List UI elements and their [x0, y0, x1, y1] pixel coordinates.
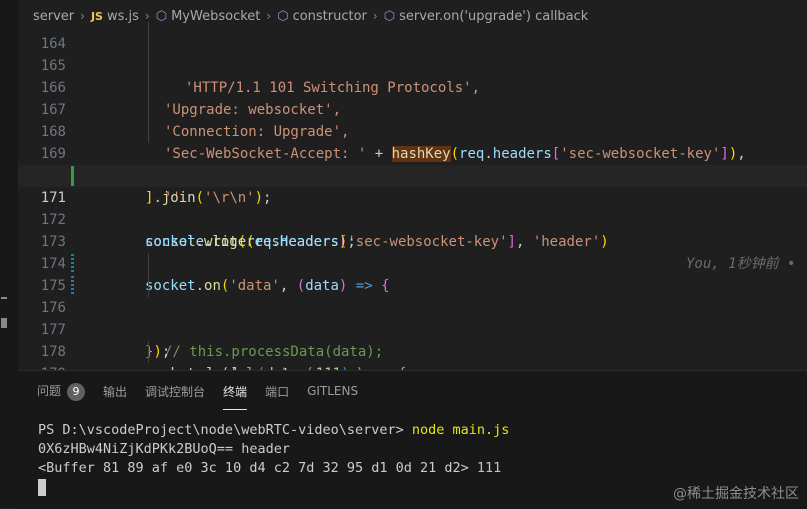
git-modified-marker[interactable] [71, 254, 74, 274]
code-line: 172 socket.write(resHeaders); [18, 187, 807, 250]
code-line: 169 '' [18, 121, 807, 206]
code-line: 170 ].join('\r\n'); [18, 143, 807, 206]
tab-output[interactable]: 输出 [103, 381, 127, 402]
code-line: 168 '', [18, 99, 807, 184]
code-line: 167 'Sec-WebSocket-Accept: ' + hashKey(r… [18, 77, 807, 162]
chevron-right-icon: › [80, 9, 85, 23]
tab-ports[interactable]: 端口 [265, 381, 289, 402]
code-line: 164 'HTTP/1.1 101 Switching Protocols', [18, 22, 807, 96]
terminal-line: <Buffer 81 89 af e0 3c 10 d4 c2 7d 32 95… [38, 459, 509, 478]
js-file-icon: JS [90, 9, 103, 23]
watermark: @稀土掘金技术社区 [673, 486, 799, 502]
code-line: 174 socket.on('data', (data) => { [18, 231, 807, 294]
terminal-output: <Buffer 81 89 af e0 3c 10 d4 c2 7d 32 95… [38, 460, 469, 476]
chevron-right-icon: › [144, 9, 150, 23]
code-line: 165 'Upgrade: websocket', [18, 33, 807, 118]
code-line: 173 [18, 209, 807, 250]
tab-label: 问题 [37, 383, 62, 398]
tab-debug-console[interactable]: 调试控制台 [145, 381, 205, 402]
terminal-line [38, 478, 509, 497]
terminal[interactable]: PS D:\vscodeProject\node\webRTC-video\se… [38, 421, 509, 497]
activity-indicator-active[interactable] [1, 318, 7, 328]
terminal-line: PS D:\vscodeProject\node\webRTC-video\se… [38, 421, 509, 440]
bottom-panel: 问题 9 输出 调试控制台 终端 端口 GITLENS PS D:\vscodeP… [18, 370, 807, 509]
code-line: 176 console.log(data, 111); [18, 275, 807, 370]
code-text: socket.on('close', (error) => { [145, 363, 406, 370]
code-line: 177 }); [18, 297, 807, 360]
code-line: 166 'Connection: Upgrade', [18, 55, 807, 140]
code-editor[interactable]: 164 'HTTP/1.1 101 Switching Protocols', … [18, 22, 807, 370]
terminal-command: node main.js [411, 422, 510, 438]
chevron-right-icon: › [372, 9, 378, 23]
activity-indicator [1, 297, 7, 299]
activity-bar [0, 0, 18, 508]
git-added-marker[interactable] [71, 166, 74, 186]
code-line: 175 // this.processData(data); [18, 253, 807, 360]
code-line: 179 this.emit('close', error); [18, 341, 807, 370]
code-line: 178 socket.on('close', (error) => { [18, 319, 807, 370]
terminal-prompt: PS D:\vscodeProject\node\webRTC-video\se… [38, 422, 404, 438]
tab-terminal[interactable]: 终端 [223, 381, 248, 410]
tab-problems[interactable]: 问题 9 [37, 380, 86, 403]
problems-count-badge: 9 [67, 382, 86, 401]
terminal-line: 0X6zHBw4NiZjKdPKk2BUoQ== header [38, 441, 290, 457]
panel-tabs: 问题 9 输出 调试控制台 终端 端口 GITLENS [18, 371, 358, 411]
line-number: 179 [18, 363, 66, 370]
terminal-cursor [38, 478, 46, 496]
git-modified-marker[interactable] [71, 276, 74, 296]
chevron-right-icon: › [266, 9, 272, 23]
tab-gitlens[interactable]: GITLENS [307, 382, 358, 400]
terminal-output-number: 111 [476, 460, 502, 476]
code-line-current: 171 console.log(req.headers['sec-websock… [18, 165, 807, 272]
